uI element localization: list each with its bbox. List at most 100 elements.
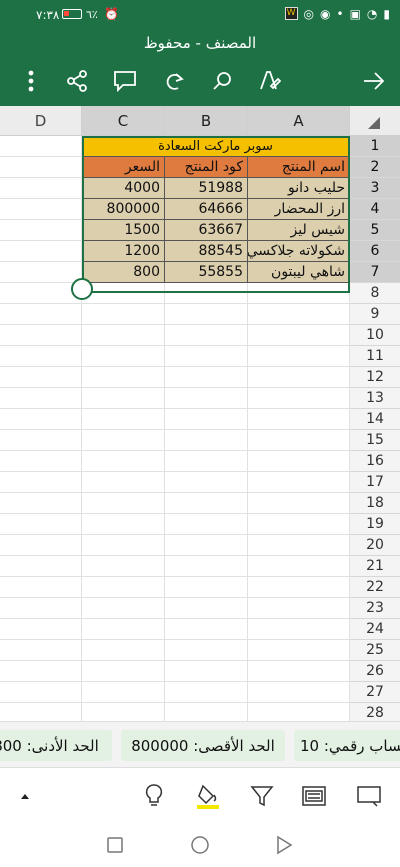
status-min[interactable]: الحد الأدنى: 800 — [0, 730, 112, 761]
header-cell-price[interactable]: السعر — [82, 157, 165, 178]
grid-line — [0, 429, 350, 430]
selection-handle[interactable] — [71, 278, 93, 300]
grid-line — [0, 639, 350, 640]
command-bar — [0, 767, 400, 822]
system-nav-bar — [0, 822, 400, 867]
grid-line — [0, 597, 350, 598]
share-icon[interactable] — [62, 66, 92, 96]
status-icons: W ◎ ◉ • ▣ ◔ ▮ — [284, 7, 390, 21]
cell-product-name[interactable]: حليب دانو — [248, 178, 350, 199]
cell-product-name[interactable]: شاهي ليبتون — [248, 262, 350, 283]
select-all-corner[interactable] — [350, 106, 400, 136]
more-icon[interactable] — [16, 66, 46, 96]
row-header-23[interactable]: 23 — [350, 598, 400, 619]
row-header-24[interactable]: 24 — [350, 619, 400, 640]
grid-line — [0, 576, 350, 577]
row-header-2[interactable]: 2 — [350, 157, 400, 178]
back-icon[interactable] — [272, 833, 296, 857]
cell-price[interactable]: 1500 — [82, 220, 165, 241]
recent-apps-icon[interactable] — [103, 833, 127, 857]
grid-line — [0, 702, 350, 703]
cell-price[interactable]: 1200 — [82, 241, 165, 262]
spreadsheet-grid[interactable]: D C B A 1 2 3 4 5 6 7 8 9 10 11 12 13 14 15 16 17 18 19 20 2… — [0, 106, 400, 721]
grid-line — [0, 534, 350, 535]
status-max[interactable]: الحد الأقصى: 800000 — [121, 730, 285, 761]
cell-product-code[interactable]: 55855 — [165, 262, 248, 283]
excel-app: ٧:٣٨ ٦٪ ⏰ W ◎ ◉ • ▣ ◔ ▮ المصنف - محفوظ D… — [0, 0, 400, 867]
row-header-21[interactable]: 21 — [350, 556, 400, 577]
row-header-12[interactable]: 12 — [350, 367, 400, 388]
lightbulb-icon[interactable] — [139, 781, 169, 811]
row-header-26[interactable]: 26 — [350, 661, 400, 682]
row-header-28[interactable]: 28 — [350, 703, 400, 721]
row-header-20[interactable]: 20 — [350, 535, 400, 556]
home-icon[interactable] — [188, 833, 212, 857]
row-header-17[interactable]: 17 — [350, 472, 400, 493]
wrap-text-icon[interactable] — [299, 781, 329, 811]
row-header-1[interactable]: 1 — [350, 136, 400, 157]
row-header-5[interactable]: 5 — [350, 220, 400, 241]
row-header-27[interactable]: 27 — [350, 682, 400, 703]
column-header-b[interactable]: B — [165, 106, 248, 136]
status-count[interactable]: حساب رقمي: 10 — [294, 730, 400, 761]
column-header-c[interactable]: C — [82, 106, 165, 136]
cell-price[interactable]: 800 — [82, 262, 165, 283]
column-header-d[interactable]: D — [0, 106, 82, 136]
app-header: ٧:٣٨ ٦٪ ⏰ W ◎ ◉ • ▣ ◔ ▮ المصنف - محفوظ — [0, 0, 400, 106]
row-header-14[interactable]: 14 — [350, 409, 400, 430]
cell-price[interactable]: 4000 — [82, 178, 165, 199]
row-header-6[interactable]: 6 — [350, 241, 400, 262]
row-header-4[interactable]: 4 — [350, 199, 400, 220]
grid-line — [0, 555, 350, 556]
sheet-title-cell[interactable]: سوبر ماركت السعادة — [82, 136, 350, 157]
cell-price[interactable]: 800000 — [82, 199, 165, 220]
row-header-7[interactable]: 7 — [350, 262, 400, 283]
clock: ٧:٣٨ — [36, 8, 60, 22]
comment-box-icon[interactable] — [354, 781, 384, 811]
row-header-13[interactable]: 13 — [350, 388, 400, 409]
chat-icon: ▣ — [349, 7, 361, 21]
redo-icon[interactable] — [160, 66, 190, 96]
filter-icon[interactable] — [247, 781, 277, 811]
row-header-11[interactable]: 11 — [350, 346, 400, 367]
status-summary: الحد الأدنى: 800 الحد الأقصى: 800000 حسا… — [0, 721, 400, 767]
grid-line — [0, 387, 350, 388]
grid-line — [0, 492, 350, 493]
column-header-a[interactable]: A — [248, 106, 350, 136]
search-icon[interactable] — [207, 66, 237, 96]
grid-line — [0, 471, 350, 472]
row-header-9[interactable]: 9 — [350, 304, 400, 325]
grid-line — [0, 366, 350, 367]
grid-line — [0, 618, 350, 619]
comment-icon[interactable] — [110, 66, 140, 96]
app-notification-icon: W — [284, 7, 298, 20]
grid-line — [0, 303, 350, 304]
alarm-icon: ⏰ — [104, 7, 119, 21]
top-toolbar — [0, 62, 400, 100]
cell-product-name[interactable]: شكولاته جلاكسي — [248, 241, 350, 262]
expand-ribbon-icon[interactable] — [10, 781, 40, 811]
row-header-3[interactable]: 3 — [350, 178, 400, 199]
fill-color-icon[interactable] — [193, 781, 223, 811]
pen-icon[interactable] — [254, 66, 284, 96]
cell-product-code[interactable]: 51988 — [165, 178, 248, 199]
cell-product-code[interactable]: 63667 — [165, 220, 248, 241]
header-cell-product-code[interactable]: كود المنتج — [165, 157, 248, 178]
row-header-19[interactable]: 19 — [350, 514, 400, 535]
cell-product-name[interactable]: شيس ليز — [248, 220, 350, 241]
row-header-15[interactable]: 15 — [350, 430, 400, 451]
back-arrow-icon[interactable] — [359, 66, 389, 96]
battery-percent: ٦٪ — [86, 8, 98, 21]
row-header-10[interactable]: 10 — [350, 325, 400, 346]
row-header-25[interactable]: 25 — [350, 640, 400, 661]
row-header-22[interactable]: 22 — [350, 577, 400, 598]
cell-product-name[interactable]: ارز المحضار — [248, 199, 350, 220]
header-cell-product-name[interactable]: اسم المنتج — [248, 157, 350, 178]
cell-product-code[interactable]: 88545 — [165, 241, 248, 262]
cell-product-code[interactable]: 64666 — [165, 199, 248, 220]
wifi-icon: ◔ — [366, 7, 378, 21]
row-header-18[interactable]: 18 — [350, 493, 400, 514]
row-header-16[interactable]: 16 — [350, 451, 400, 472]
row-header-8[interactable]: 8 — [350, 283, 400, 304]
grid-line — [0, 513, 350, 514]
